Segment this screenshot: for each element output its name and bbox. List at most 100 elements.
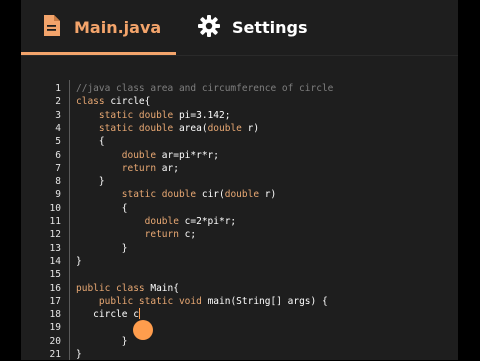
line-number: 14 bbox=[49, 255, 61, 267]
code-token: Main{ bbox=[150, 282, 179, 294]
line-number: 10 bbox=[49, 202, 61, 214]
code-line[interactable]: 19 bbox=[21, 321, 458, 334]
line-number: 20 bbox=[49, 335, 61, 347]
line-number: 11 bbox=[49, 216, 61, 227]
line-number: 3 bbox=[55, 109, 61, 121]
line-number: 2 bbox=[55, 96, 61, 108]
line-number: 6 bbox=[55, 149, 61, 161]
code-line[interactable]: 7 return ar; bbox=[21, 162, 458, 175]
code-line[interactable]: 8 } bbox=[21, 175, 458, 188]
code-line[interactable]: 16 public class Main{ bbox=[21, 282, 458, 295]
tab-settings-label: Settings bbox=[232, 18, 308, 37]
code-token: ar=pi*r*r; bbox=[161, 149, 219, 161]
line-number: 16 bbox=[49, 282, 61, 294]
code-line[interactable]: 1 //java class area and circumference of … bbox=[21, 82, 458, 95]
code-editor[interactable]: 1 //java class area and circumference of … bbox=[21, 80, 458, 360]
code-line[interactable]: 20 } bbox=[21, 335, 458, 348]
code-line[interactable]: 9 static double cir(double r) bbox=[21, 188, 458, 201]
code-line[interactable]: 15 bbox=[21, 268, 458, 281]
gear-icon bbox=[197, 14, 221, 42]
line-number: 9 bbox=[55, 189, 61, 201]
code-token: { bbox=[76, 202, 128, 214]
line-number: 13 bbox=[49, 242, 61, 254]
code-text: return c; bbox=[76, 228, 197, 241]
code-token: c=2*pi*r; bbox=[184, 216, 237, 227]
code-token: { bbox=[76, 136, 105, 148]
touch-indicator bbox=[133, 320, 153, 340]
code-text: } bbox=[76, 175, 105, 188]
code-line[interactable]: 11 double c=2*pi*r; bbox=[21, 215, 458, 228]
code-token: pi=3.142; bbox=[178, 109, 231, 121]
code-line[interactable]: 5 { bbox=[21, 135, 458, 148]
app-window: Main.java Settings 1 //java class area a… bbox=[21, 0, 458, 360]
code-line[interactable]: 4 static double area(double r) bbox=[21, 122, 458, 135]
code-line[interactable]: 14} bbox=[21, 255, 458, 268]
code-text: { bbox=[76, 202, 128, 215]
line-number: 5 bbox=[55, 136, 61, 148]
code-token: double bbox=[207, 122, 248, 134]
code-line[interactable]: 13 } bbox=[21, 242, 458, 255]
code-token: } bbox=[76, 335, 128, 347]
line-number: 12 bbox=[49, 229, 61, 241]
tab-main-java-label: Main.java bbox=[74, 18, 162, 37]
code-text: public static void main(String[] args) { bbox=[76, 295, 328, 308]
tab-main-java[interactable]: Main.java bbox=[21, 0, 176, 55]
code-token: static double bbox=[76, 122, 179, 134]
code-line[interactable]: 3 static double pi=3.142; bbox=[21, 109, 458, 122]
code-text: public class Main{ bbox=[76, 282, 179, 295]
code-token: //java class area and circumference of c… bbox=[76, 83, 334, 94]
tab-settings[interactable]: Settings bbox=[197, 0, 347, 55]
code-text: static double cir(double r) bbox=[76, 188, 276, 201]
line-number: 18 bbox=[49, 309, 61, 321]
code-text: double c=2*pi*r; bbox=[76, 215, 237, 228]
line-number: 7 bbox=[55, 162, 61, 174]
code-token: double bbox=[224, 189, 265, 201]
code-line[interactable]: 12 return c; bbox=[21, 228, 458, 241]
line-number: 21 bbox=[49, 349, 61, 360]
code-text: double ar=pi*r*r; bbox=[76, 149, 219, 162]
code-token: cir( bbox=[201, 189, 225, 201]
code-text: } bbox=[76, 255, 82, 268]
code-token: return bbox=[76, 229, 185, 241]
code-token: static double bbox=[76, 109, 179, 121]
code-line[interactable]: 21} bbox=[21, 348, 458, 361]
file-icon bbox=[43, 15, 60, 40]
code-text: static double pi=3.142; bbox=[76, 109, 231, 122]
code-text: static double area(double r) bbox=[76, 122, 259, 135]
code-token: public class bbox=[76, 282, 151, 294]
code-token: ar; bbox=[161, 162, 179, 174]
line-number: 1 bbox=[55, 83, 61, 94]
code-line[interactable]: 10 { bbox=[21, 202, 458, 215]
line-number: 8 bbox=[55, 176, 61, 188]
code-token: static double bbox=[76, 189, 202, 201]
text-cursor bbox=[138, 308, 140, 320]
code-token: class bbox=[76, 96, 111, 108]
code-text: { bbox=[76, 135, 105, 148]
code-token: main(String[] args) { bbox=[207, 295, 328, 307]
code-token: c; bbox=[184, 229, 197, 241]
code-line[interactable]: 2 class circle{ bbox=[21, 95, 458, 108]
code-token: return bbox=[76, 162, 162, 174]
code-text: } bbox=[76, 335, 128, 348]
code-token: area( bbox=[178, 122, 208, 134]
code-token: public static void bbox=[76, 295, 208, 307]
code-token: } bbox=[76, 176, 105, 188]
line-number: 19 bbox=[49, 322, 61, 334]
code-line[interactable]: 18 circle c bbox=[21, 308, 458, 321]
line-number: 4 bbox=[55, 122, 61, 134]
code-text: return ar; bbox=[76, 162, 179, 175]
code-token: } bbox=[76, 242, 128, 254]
code-token: circle{ bbox=[110, 96, 151, 108]
code-text: class circle{ bbox=[76, 95, 150, 108]
code-text: circle c bbox=[76, 308, 140, 321]
code-token: r) bbox=[264, 189, 277, 201]
code-line[interactable]: 6 double ar=pi*r*r; bbox=[21, 149, 458, 162]
line-number: 15 bbox=[49, 269, 61, 281]
code-token: circle c bbox=[76, 309, 139, 321]
code-token: } bbox=[76, 349, 82, 360]
code-token: double bbox=[76, 216, 185, 227]
code-line[interactable]: 17 public static void main(String[] args… bbox=[21, 295, 458, 308]
code-text: //java class area and circumference of c… bbox=[76, 82, 333, 95]
code-token: } bbox=[76, 255, 82, 267]
code-text: } bbox=[76, 242, 128, 255]
